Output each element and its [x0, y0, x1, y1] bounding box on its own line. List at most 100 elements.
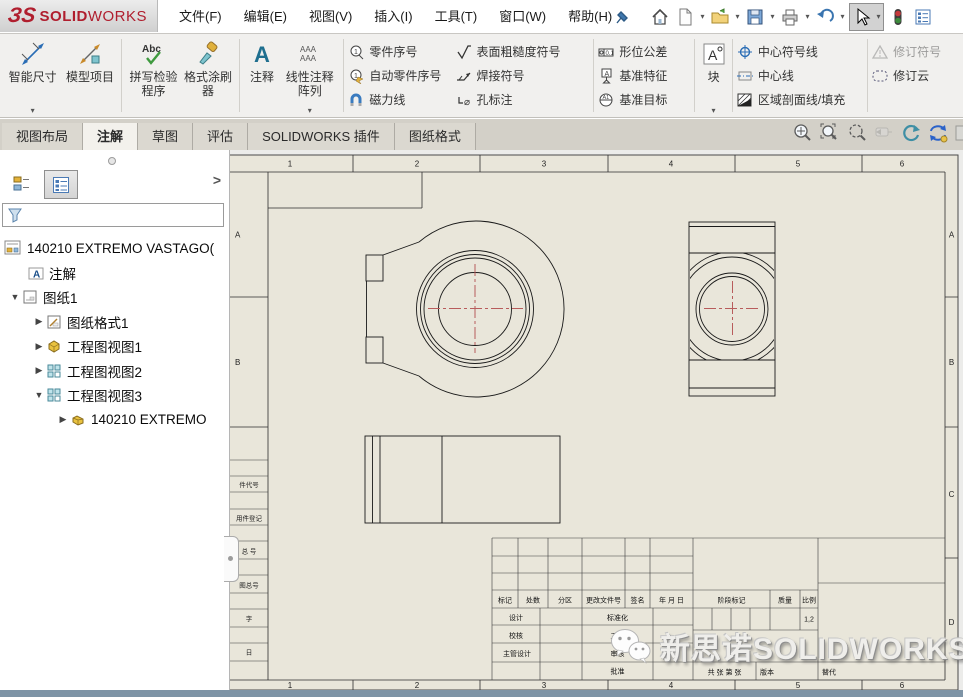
tree-item-view3[interactable]: ▼ 工程图视图3 — [0, 383, 229, 408]
drawing-document-icon — [4, 239, 22, 257]
zoom-fit-icon[interactable] — [792, 122, 814, 144]
area-hatch-button[interactable]: 区域剖面线/填充 — [737, 89, 863, 110]
expander-expanded[interactable]: ▼ — [8, 292, 22, 302]
weld-symbol-button[interactable]: 焊接符号 — [456, 65, 590, 86]
tree-item-view1[interactable]: ▶ 工程图视图1 — [0, 334, 229, 359]
tab-sheet-format[interactable]: 图纸格式 — [395, 123, 476, 150]
tab-solidworks-addins[interactable]: SOLIDWORKS 插件 — [248, 123, 395, 150]
tab-view-layout[interactable]: 视图布局 — [2, 123, 83, 150]
tree-item-annotations[interactable]: A 注解 — [0, 261, 229, 286]
center-mark-button[interactable]: 中心符号线 — [737, 41, 863, 62]
linear-note-pattern-icon: AAAAAA — [296, 39, 324, 69]
tab-sketch[interactable]: 草图 — [138, 123, 193, 150]
zone-letter: C — [949, 490, 955, 499]
new-document-icon[interactable] — [673, 4, 697, 30]
menu-insert[interactable]: 插入(I) — [363, 0, 423, 33]
magnetic-line-button[interactable]: 磁力线 — [348, 89, 455, 110]
smart-dimension-dropdown[interactable]: ▾ — [31, 106, 35, 115]
block-icon: A — [702, 39, 726, 69]
ds-logo-icon: ЗS — [6, 4, 37, 28]
svg-text:替代: 替代 — [822, 668, 836, 677]
margin-label: 图总号 — [239, 581, 259, 590]
menu-edit[interactable]: 编辑(E) — [233, 0, 298, 33]
svg-text:A: A — [254, 42, 270, 67]
print-icon[interactable] — [778, 4, 802, 30]
undo-dropdown[interactable]: ▾ — [838, 12, 847, 21]
tree-item-part[interactable]: ▶ 140210 EXTREMO — [0, 408, 229, 433]
select-tool[interactable]: ▾ — [849, 3, 884, 31]
expander-collapsed[interactable]: ▶ — [56, 414, 70, 425]
expander-collapsed[interactable]: ▶ — [32, 365, 46, 376]
tree-item-root[interactable]: 140210 EXTREMO VASTAGO( — [0, 236, 229, 261]
datum-target-button[interactable]: A1基准目标 — [598, 89, 690, 110]
centerline-button[interactable]: 中心线 — [737, 65, 863, 86]
auto-balloon-button[interactable]: 1自动零件序号 — [348, 65, 455, 86]
panel-splitter-handle[interactable] — [224, 536, 239, 582]
undo-icon[interactable] — [813, 4, 837, 30]
print-dropdown[interactable]: ▾ — [803, 12, 812, 21]
tree-item-sheet-format1[interactable]: ▶ 图纸格式1 — [0, 310, 229, 335]
drawing-sheet[interactable]: 1 2 3 4 5 6 1 2 3 4 5 6 A B — [230, 150, 963, 697]
graphics-area[interactable]: 1 2 3 4 5 6 1 2 3 4 5 6 A B — [230, 150, 963, 697]
format-painter-icon — [194, 39, 222, 69]
block-dropdown[interactable]: ▾ — [712, 106, 716, 115]
menu-view[interactable]: 视图(V) — [298, 0, 363, 33]
open-icon[interactable] — [708, 4, 732, 30]
balloon-button[interactable]: 1零件序号 — [348, 41, 455, 62]
revision-symbol-button[interactable]: 修订符号 — [872, 41, 963, 62]
collapse-panel-chevron[interactable]: > — [213, 172, 221, 188]
smart-dimension-button[interactable]: 智能尺寸 ▾ — [2, 34, 63, 117]
save-dropdown[interactable]: ▾ — [768, 12, 777, 21]
geometric-tolerance-button[interactable]: 0.1形位公差 — [598, 41, 690, 62]
zoom-area-icon[interactable] — [819, 122, 841, 144]
tree-item-sheet1[interactable]: ▼ 图纸1 — [0, 285, 229, 310]
update-sheet-icon[interactable] — [927, 122, 949, 144]
panel-tabs — [6, 170, 78, 199]
svg-text:主管设计: 主管设计 — [503, 649, 531, 658]
new-dropdown[interactable]: ▾ — [698, 12, 707, 21]
performance-light-icon[interactable] — [886, 4, 910, 30]
spell-checker-icon: Abc — [139, 39, 167, 69]
zoom-selection-icon[interactable] — [846, 122, 868, 144]
select-cursor-icon[interactable] — [850, 4, 874, 30]
expander-expanded[interactable]: ▼ — [32, 390, 46, 400]
zone-number: 4 — [669, 681, 674, 690]
save-icon[interactable] — [743, 4, 767, 30]
spell-checker-button[interactable]: Abc 拼写检验程序 — [126, 34, 181, 117]
select-dropdown[interactable]: ▾ — [874, 12, 883, 21]
block-button[interactable]: A 块 ▾ — [699, 34, 728, 117]
note-button[interactable]: A 注释 — [244, 34, 280, 117]
linear-note-pattern-dropdown[interactable]: ▾ — [308, 106, 312, 115]
menu-file[interactable]: 文件(F) — [168, 0, 233, 33]
menu-window[interactable]: 窗口(W) — [488, 0, 557, 33]
svg-text:共 张 第 张: 共 张 第 张 — [708, 668, 742, 677]
format-painter-button[interactable]: 格式涂刷器 — [181, 34, 235, 117]
tree-item-view2[interactable]: ▶ 工程图视图2 — [0, 359, 229, 384]
feature-tree-icon — [13, 175, 31, 193]
pin-menu-icon[interactable] — [612, 7, 632, 27]
expander-collapsed[interactable]: ▶ — [32, 341, 46, 352]
model-items-button[interactable]: 模型项目 — [63, 34, 117, 117]
hole-callout-button[interactable]: ⌀孔标注 — [456, 89, 590, 110]
panel-splitter-dot[interactable] — [108, 157, 116, 165]
options-list-icon[interactable] — [911, 4, 935, 30]
surface-finish-button[interactable]: 表面粗糙度符号 — [456, 41, 590, 62]
quick-access-toolbar: ▾ ▾ ▾ ▾ ▾ ▾ — [648, 0, 935, 33]
revision-cloud-button[interactable]: 修订云 — [872, 65, 963, 86]
redraw-icon[interactable] — [900, 122, 922, 144]
home-icon[interactable] — [648, 4, 672, 30]
display-pane-tab[interactable] — [44, 170, 78, 199]
open-dropdown[interactable]: ▾ — [733, 12, 742, 21]
expander-collapsed[interactable]: ▶ — [32, 316, 46, 327]
linear-note-pattern-button[interactable]: AAAAAA 线性注释阵列 ▾ — [280, 34, 339, 117]
tab-evaluate[interactable]: 评估 — [193, 123, 248, 150]
wechat-icon — [610, 627, 652, 665]
tree-filter-input[interactable] — [2, 203, 224, 227]
datum-feature-button[interactable]: A基准特征 — [598, 65, 690, 86]
menu-tools[interactable]: 工具(T) — [424, 0, 489, 33]
clipped-toolbar-icon[interactable] — [954, 122, 963, 144]
feature-tree-tab[interactable] — [6, 170, 38, 197]
symbol-group: 表面粗糙度符号 焊接符号 ⌀孔标注 — [456, 34, 590, 117]
previous-view-icon[interactable] — [873, 122, 895, 144]
tab-annotation[interactable]: 注解 — [83, 123, 138, 150]
